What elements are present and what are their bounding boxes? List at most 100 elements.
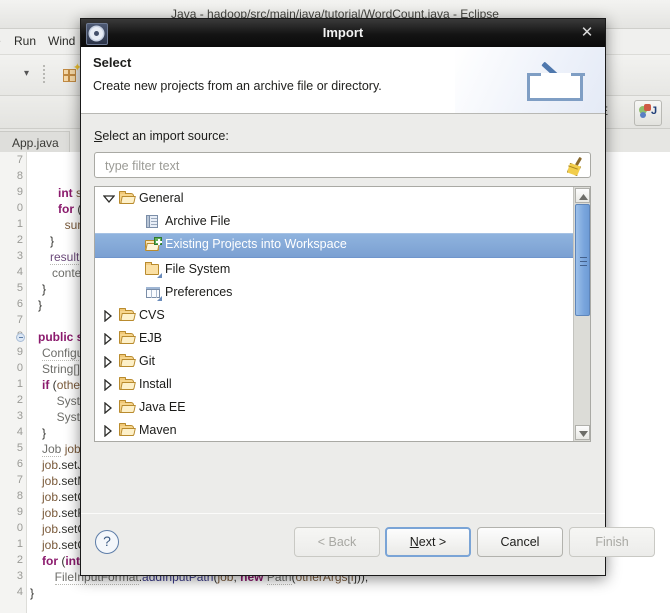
tree-item-label: Maven — [139, 423, 177, 437]
line-number: 4 — [16, 266, 23, 278]
help-button[interactable]: ? — [95, 530, 119, 554]
tree-item-label: Java EE — [139, 400, 186, 414]
next-mnemonic: N — [409, 535, 419, 549]
finish-button[interactable]: Finish — [569, 527, 655, 557]
new-project-icon[interactable]: ✦ — [62, 63, 82, 84]
tree-item[interactable]: Archive File — [95, 210, 573, 233]
dialog-titlebar: Import ✕ — [81, 19, 605, 47]
code-line: } — [50, 234, 55, 248]
tree-item[interactable]: Maven — [95, 419, 573, 441]
fold-toggle-icon[interactable] — [16, 333, 25, 342]
chevron-right-icon[interactable] — [103, 356, 112, 368]
tree-item-selected[interactable]: Existing Projects into Workspace — [95, 233, 573, 258]
tree-item[interactable]: Java EE — [95, 396, 573, 419]
line-number-gutter: 7890123456789012345678901234 — [0, 152, 27, 613]
scroll-down-icon[interactable] — [575, 425, 590, 440]
chevron-right-icon[interactable] — [103, 379, 112, 391]
tree-row-container: General Archive File Existing Projects int… — [95, 187, 573, 441]
tree-item[interactable]: Git — [95, 350, 573, 373]
chevron-right-icon[interactable] — [103, 333, 112, 345]
tree-item-label: General — [139, 191, 184, 205]
filter-field-wrapper[interactable] — [94, 152, 591, 179]
dialog-header: Select Create new projects from an archi… — [81, 47, 605, 114]
scroll-up-icon[interactable] — [575, 188, 590, 203]
tree-item[interactable]: Install — [95, 373, 573, 396]
chevron-down-icon[interactable] — [103, 193, 115, 204]
tree-item[interactable]: EJB — [95, 327, 573, 350]
chevron-right-icon[interactable] — [103, 425, 112, 437]
broom-clear-icon[interactable] — [565, 156, 584, 176]
tree-item-label: Archive File — [165, 214, 231, 228]
tree-item[interactable]: File System — [95, 258, 573, 281]
preferences-table-icon — [145, 285, 162, 301]
tree-item-label: CVS — [139, 308, 165, 322]
menu-item-run[interactable]: Run — [14, 34, 36, 48]
scrollbar-thumb[interactable] — [575, 204, 590, 316]
tree-item-label: Preferences — [165, 285, 233, 299]
java-ee-perspective-icon[interactable]: J — [634, 100, 662, 126]
tree-vertical-scrollbar[interactable] — [573, 187, 590, 441]
code-line: if (other — [42, 378, 85, 392]
line-number: 8 — [16, 170, 23, 182]
tree-item-label: File System — [165, 262, 231, 276]
line-number: 3 — [16, 250, 23, 262]
line-number: 7 — [16, 314, 23, 326]
line-number: 2 — [16, 394, 23, 406]
code-line: contex — [52, 266, 88, 280]
code-line: job.setR — [42, 506, 87, 520]
code-line: String[] — [42, 362, 81, 376]
close-icon[interactable]: ✕ — [578, 24, 596, 42]
line-number: 5 — [16, 442, 23, 454]
next-button[interactable]: Next > — [385, 527, 471, 557]
line-number: 4 — [16, 426, 23, 438]
line-number: 8 — [16, 490, 23, 502]
import-source-tree[interactable]: General Archive File Existing Projects int… — [94, 186, 591, 442]
line-number: 7 — [16, 474, 23, 486]
dialog-footer: ? < Back Next > Cancel Finish — [81, 513, 655, 575]
code-line: job.setC — [42, 538, 87, 552]
import-arrow-icon — [525, 59, 587, 103]
line-number: 1 — [16, 538, 23, 550]
line-number: 1 — [16, 378, 23, 390]
line-number: 7 — [16, 154, 23, 166]
code-line: } — [42, 426, 47, 440]
tree-item-label: Git — [139, 354, 155, 368]
import-projects-icon — [145, 237, 162, 253]
code-line: sum — [64, 218, 88, 232]
chevron-down-icon[interactable]: ▾ — [24, 68, 29, 79]
code-line: job.setC — [42, 490, 87, 504]
tree-item[interactable]: Preferences — [95, 281, 573, 304]
code-line: } — [30, 586, 35, 600]
tree-item[interactable]: CVS — [95, 304, 573, 327]
editor-tab-app-java[interactable]: App.java — [0, 131, 70, 152]
dialog-title: Import — [322, 25, 364, 40]
tree-item-label: EJB — [139, 331, 162, 345]
line-number: 3 — [16, 410, 23, 422]
back-button[interactable]: < Back — [294, 527, 380, 557]
import-source-label: Select an import source: — [94, 129, 229, 143]
menu-item-truncated[interactable]: e — [0, 34, 1, 48]
code-line: job.setM — [42, 474, 88, 488]
search-input[interactable] — [103, 153, 556, 179]
line-number: 6 — [16, 458, 23, 470]
page-description: Create new projects from an archive file… — [93, 79, 382, 93]
line-number: 1 — [16, 218, 23, 230]
file-system-folder-icon — [145, 262, 162, 278]
code-line: Configu — [42, 346, 84, 361]
line-number: 2 — [16, 554, 23, 566]
cancel-button[interactable]: Cancel — [477, 527, 563, 557]
dialog-body: Select an import source: General Archive … — [81, 114, 605, 514]
chevron-right-icon[interactable] — [103, 310, 112, 322]
chevron-right-icon[interactable] — [103, 402, 112, 414]
code-line: } — [42, 282, 47, 296]
code-line: job.setJ — [42, 458, 84, 472]
line-number: 0 — [16, 202, 23, 214]
line-number: 4 — [16, 586, 23, 598]
code-line: public st — [38, 330, 88, 344]
toolbar-drag-handle[interactable] — [43, 65, 45, 85]
code-line: Job job — [42, 442, 81, 457]
menu-item-window[interactable]: Wind — [48, 34, 75, 48]
line-number: 2 — [16, 234, 23, 246]
line-number: 5 — [16, 282, 23, 294]
tree-item[interactable]: General — [95, 187, 573, 210]
